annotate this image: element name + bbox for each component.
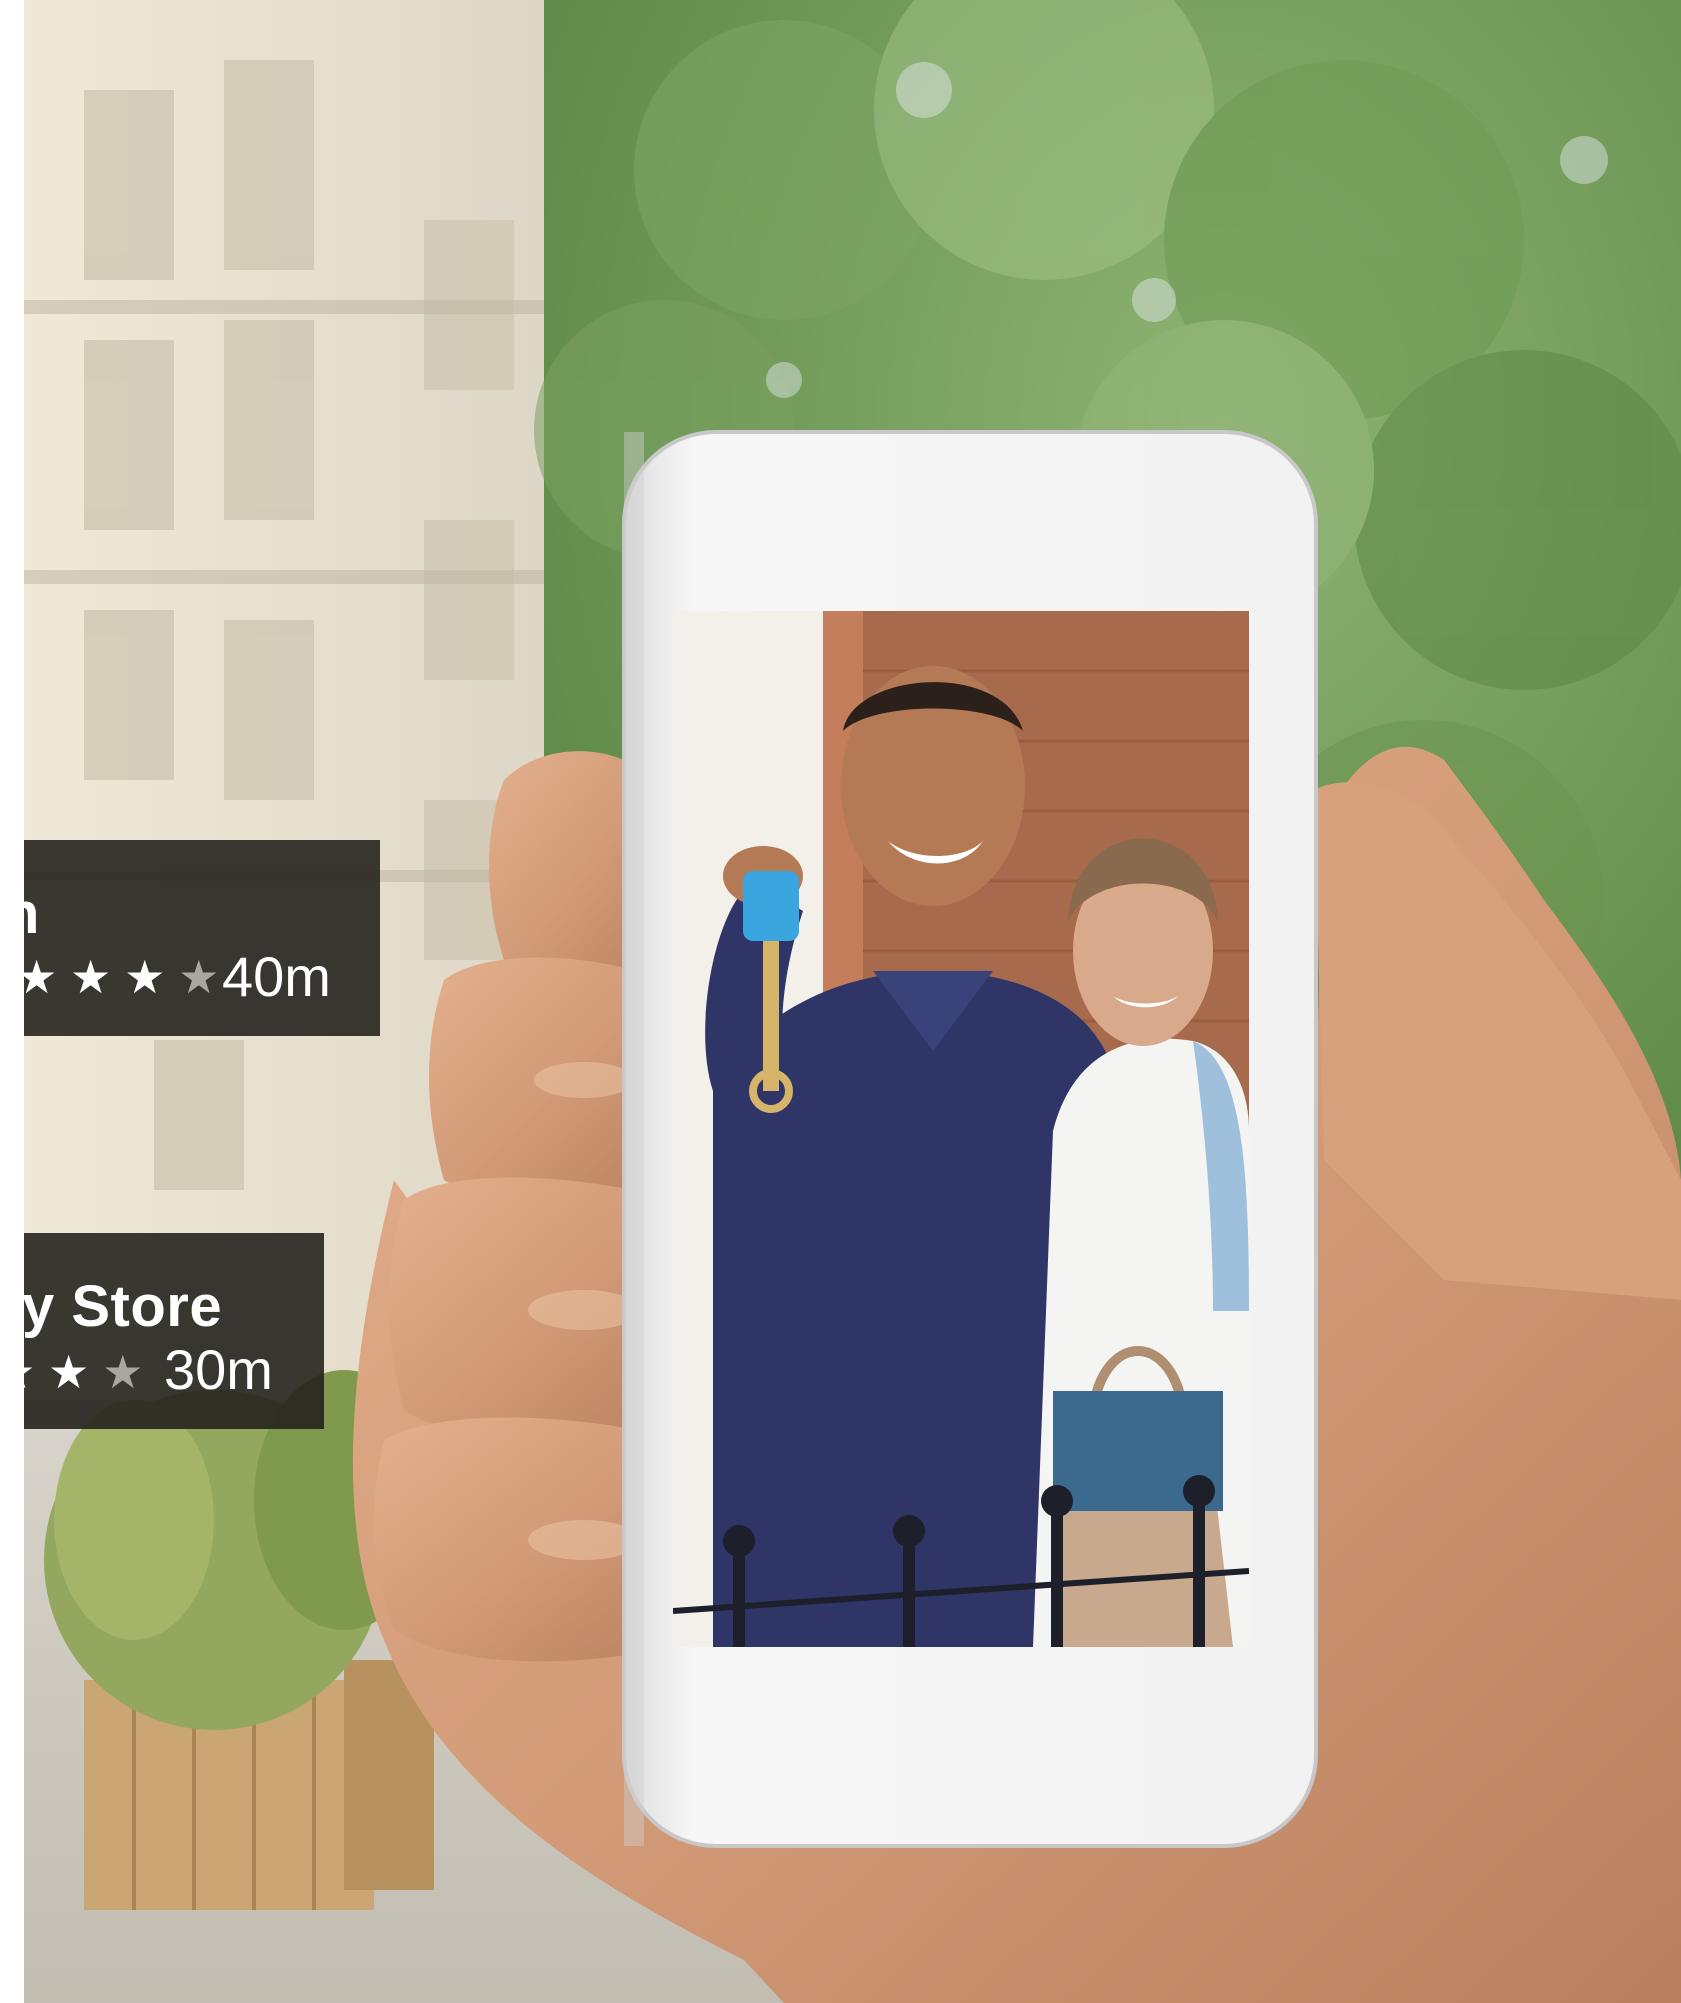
ar-place-card[interactable]: n ★ ★ ★ ★ 40m xyxy=(4,840,380,1036)
place-name: y Store xyxy=(22,1274,223,1339)
ar-street-scene: n ★ ★ ★ ★ 40m y Store ★ ★ ★ 30m xyxy=(0,0,1681,2003)
ar-place-card[interactable]: y Store ★ ★ ★ 30m xyxy=(0,1233,324,1429)
star-filled-icon: ★ xyxy=(48,1346,90,1398)
star-filled-icon: ★ xyxy=(124,951,166,1003)
star-empty-icon: ★ xyxy=(178,951,220,1003)
place-name: n xyxy=(4,881,40,946)
place-distance: 40m xyxy=(222,945,331,1008)
couple-with-keys-photo xyxy=(673,611,1249,1647)
star-empty-icon: ★ xyxy=(102,1346,144,1398)
star-filled-icon: ★ xyxy=(70,951,112,1003)
star-filled-icon: ★ xyxy=(0,1346,36,1398)
star-filled-icon: ★ xyxy=(16,951,58,1003)
phone-screen-photo xyxy=(673,611,1249,1647)
place-distance: 30m xyxy=(164,1338,273,1401)
star-rating: ★ ★ ★ xyxy=(0,1345,143,1399)
star-rating: ★ ★ ★ ★ xyxy=(16,950,219,1004)
